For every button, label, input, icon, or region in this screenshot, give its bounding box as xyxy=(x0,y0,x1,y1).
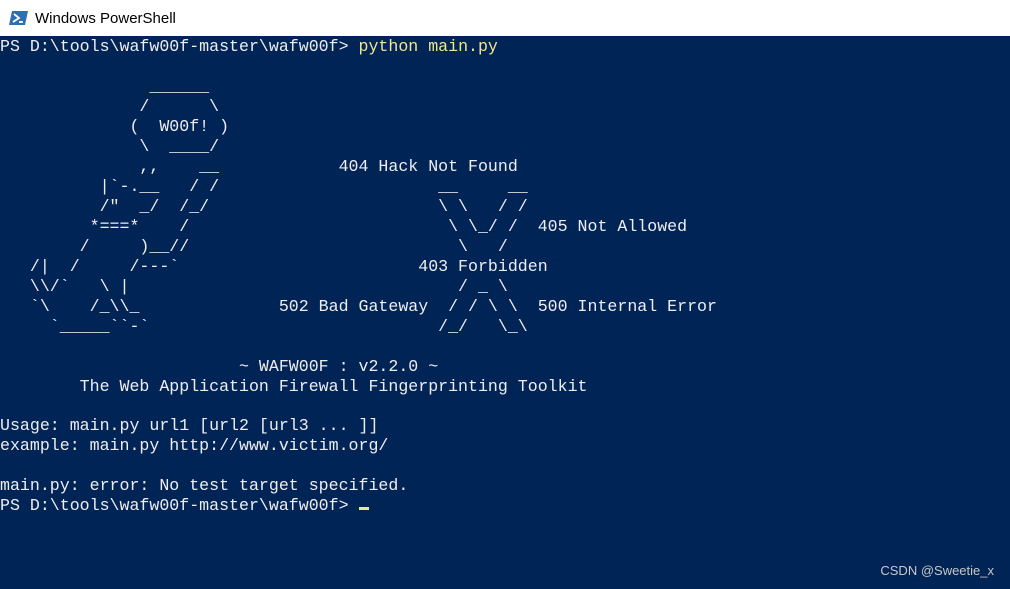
version-line: ~ WAFW00F : v2.2.0 ~ xyxy=(0,357,439,376)
ascii-line-2: / \ xyxy=(0,97,220,116)
console-area[interactable]: PS D:\tools\wafw00f-master\wafw00f> pyth… xyxy=(0,36,1010,589)
ascii-line-12: `\ /_\\_ 502 Bad Gateway / / \ \ 500 Int… xyxy=(0,297,717,316)
title-bar[interactable]: Windows PowerShell xyxy=(0,0,1010,36)
ascii-line-3: ( W00f! ) xyxy=(0,117,230,136)
ascii-line-6: |`-.__ / / __ __ xyxy=(0,177,528,196)
powershell-icon xyxy=(9,11,28,25)
prompt-line-2[interactable]: PS D:\tools\wafw00f-master\wafw00f> xyxy=(0,496,370,516)
ascii-line-7: /" _/ /_/ \ \ / / xyxy=(0,197,528,216)
window-title: Windows PowerShell xyxy=(35,9,176,27)
powershell-window: Windows PowerShell PS D:\tools\wafw00f-m… xyxy=(0,0,1010,589)
example-line: example: main.py http://www.victim.org/ xyxy=(0,436,389,455)
watermark: CSDN @Sweetie_x xyxy=(880,563,994,578)
text-cursor xyxy=(359,507,370,510)
ascii-line-5: ,, __ 404 Hack Not Found xyxy=(0,157,518,176)
ascii-line-11: \\/` \ | / _ \ xyxy=(0,277,508,296)
usage-line: Usage: main.py url1 [url2 [url3 ... ]] xyxy=(0,416,379,435)
ascii-line-4: \ ____/ xyxy=(0,137,220,156)
prompt-text: PS D:\tools\wafw00f-master\wafw00f> xyxy=(0,37,359,56)
prompt-line-1: PS D:\tools\wafw00f-master\wafw00f> pyth… xyxy=(0,37,498,57)
ascii-line-13: `_____``-` /_/ \_\ xyxy=(0,317,528,336)
prompt-text: PS D:\tools\wafw00f-master\wafw00f> xyxy=(0,496,359,515)
toolkit-title-line: The Web Application Firewall Fingerprint… xyxy=(0,377,588,396)
error-line: main.py: error: No test target specified… xyxy=(0,476,409,495)
command-text: python main.py xyxy=(358,37,498,56)
ascii-line-10: /| / /---` 403 Forbidden xyxy=(0,257,548,276)
ascii-line-8: *===* / \ \_/ / 405 Not Allowed xyxy=(0,217,688,236)
ascii-line-1: ______ xyxy=(0,77,210,96)
ascii-line-9: / )__// \ / xyxy=(0,237,508,256)
